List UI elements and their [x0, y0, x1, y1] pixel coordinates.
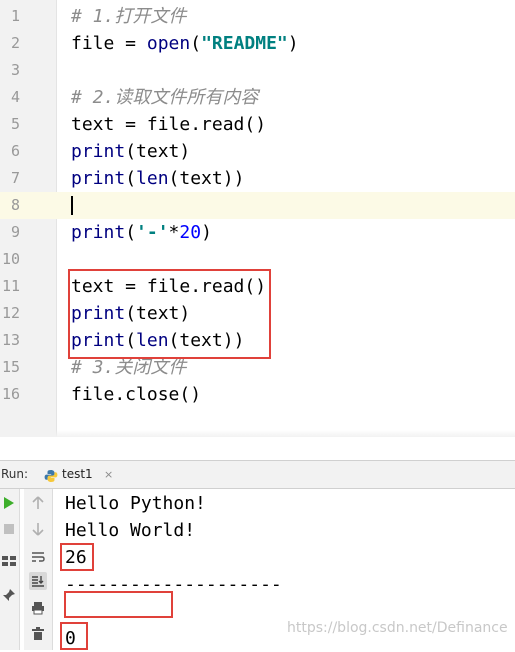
code-line[interactable]: 5 text = file.read(): [0, 111, 515, 138]
trash-icon[interactable]: [29, 625, 47, 643]
print-icon[interactable]: [29, 599, 47, 617]
code-token: (: [125, 168, 137, 189]
code-line[interactable]: 3: [0, 57, 515, 84]
code-token: 20: [179, 222, 202, 243]
code-line[interactable]: 7 print(len(text)): [0, 165, 515, 192]
highlight-box-length-26: [60, 543, 94, 571]
code-line[interactable]: 1 # 1.打开文件: [0, 3, 515, 30]
console-actions-strip: [24, 489, 53, 650]
code-text: text = file.read(): [71, 111, 266, 138]
code-line[interactable]: 2 file = open("README"): [0, 30, 515, 57]
run-actions-strip: [0, 489, 20, 650]
code-token: (text)): [168, 168, 245, 189]
tab-test1[interactable]: test1 ×: [38, 461, 120, 488]
highlight-box-read-again: [68, 269, 271, 359]
stop-icon[interactable]: [0, 520, 18, 538]
code-token: text = file.read(): [71, 114, 267, 135]
line-number: 4: [10, 88, 20, 106]
code-line[interactable]: 6 print(text): [0, 138, 515, 165]
highlight-box-empty-output: [64, 591, 173, 618]
line-number: 10: [1, 250, 20, 268]
line-number: 8: [10, 196, 20, 214]
line-number: 15: [1, 358, 20, 376]
code-line[interactable]: 16 file.close(): [0, 381, 515, 408]
line-number: 13: [1, 331, 20, 349]
code-token: (text): [125, 141, 191, 162]
line-number: 5: [10, 115, 20, 133]
code-line[interactable]: 8: [0, 192, 515, 219]
line-number: 9: [10, 223, 20, 241]
code-line[interactable]: 4 # 2.读取文件所有内容: [0, 84, 515, 111]
arrow-down-icon[interactable]: [29, 520, 47, 538]
highlight-box-length-0: [60, 622, 88, 650]
run-toolbar: Run: test1 ×: [0, 460, 515, 489]
layout-icon[interactable]: [0, 552, 18, 570]
line-number: 3: [10, 61, 20, 79]
editor-bottom-shadow: [0, 430, 515, 437]
watermark: https://blog.csdn.net/Definance: [287, 620, 508, 636]
code-text: # 1.打开文件: [71, 3, 186, 30]
code-line[interactable]: 9 print('-'*20): [0, 219, 515, 246]
text-caret: [71, 196, 73, 215]
soft-wrap-icon[interactable]: [29, 548, 47, 566]
output-line: Hello World!: [65, 520, 196, 541]
line-number: 12: [1, 304, 20, 322]
code-token: file.close(): [71, 384, 202, 405]
code-token: file =: [71, 33, 147, 54]
pin-icon[interactable]: [0, 586, 18, 604]
close-tab-icon[interactable]: ×: [104, 461, 113, 488]
code-token: ): [201, 222, 212, 243]
code-token: open: [146, 33, 191, 54]
python-file-icon: [44, 468, 58, 482]
code-token: len: [136, 168, 169, 189]
code-text: file.close(): [71, 381, 201, 408]
code-token: (: [190, 33, 202, 54]
line-number: 6: [10, 142, 20, 160]
line-number: 11: [1, 277, 20, 295]
code-token: print: [71, 141, 126, 162]
code-token: # 2.读取文件所有内容: [71, 87, 259, 108]
code-text: print('-'*20): [71, 219, 212, 246]
code-token: print: [71, 222, 126, 243]
scroll-to-end-icon[interactable]: [29, 572, 47, 590]
code-token: print: [71, 168, 126, 189]
code-text: # 2.读取文件所有内容: [71, 84, 258, 111]
code-token: # 1.打开文件: [71, 6, 187, 27]
arrow-up-icon[interactable]: [29, 494, 47, 512]
code-editor[interactable]: 1 # 1.打开文件 2 file = open("README") 3 4 # 2.读取文…: [0, 0, 515, 437]
output-line: Hello Python!: [65, 493, 206, 514]
tab-label: test1: [62, 467, 93, 481]
code-text: print(text): [71, 138, 190, 165]
code-token: '-': [136, 222, 169, 243]
rerun-icon[interactable]: [0, 494, 18, 512]
code-token: (: [125, 222, 137, 243]
line-number: 16: [1, 385, 20, 403]
line-number: 2: [10, 34, 20, 52]
line-number: 1: [10, 7, 20, 25]
code-text: print(len(text)): [71, 165, 244, 192]
code-token: # 3.关闭文件: [71, 357, 187, 378]
line-number: 7: [10, 169, 20, 187]
run-label: Run:: [1, 467, 29, 481]
code-token: *: [168, 222, 180, 243]
code-token: "README": [201, 33, 288, 54]
code-text: file = open("README"): [71, 30, 299, 57]
code-token: ): [287, 33, 299, 54]
